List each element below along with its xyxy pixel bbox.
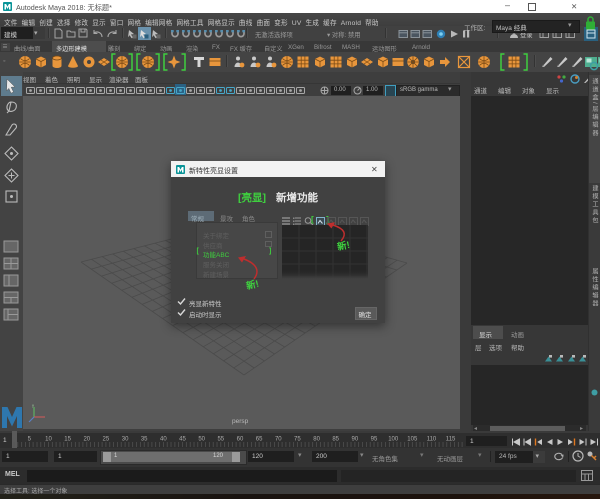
svg-text:50: 50: [198, 437, 205, 443]
svg-text:85: 85: [332, 437, 339, 443]
svg-text:10: 10: [45, 437, 52, 443]
svg-text:40: 40: [160, 437, 167, 443]
svg-text:100: 100: [388, 437, 399, 443]
svg-text:95: 95: [371, 437, 378, 443]
svg-text:80: 80: [313, 437, 320, 443]
svg-text:115: 115: [446, 437, 456, 443]
svg-text:65: 65: [256, 437, 263, 443]
svg-text:y: y: [32, 403, 34, 408]
svg-text:30: 30: [122, 437, 129, 443]
svg-text:20: 20: [83, 437, 90, 443]
svg-text:60: 60: [237, 437, 244, 443]
svg-text:35: 35: [141, 437, 148, 443]
svg-text:90: 90: [352, 437, 359, 443]
svg-text:5: 5: [28, 437, 32, 443]
svg-text:45: 45: [179, 437, 186, 443]
svg-text:75: 75: [294, 437, 301, 443]
svg-text:1: 1: [3, 437, 7, 444]
svg-text:105: 105: [407, 437, 418, 443]
svg-text:55: 55: [217, 437, 224, 443]
svg-text:110: 110: [427, 437, 437, 443]
svg-text:25: 25: [103, 437, 110, 443]
svg-text:70: 70: [275, 437, 282, 443]
svg-text:15: 15: [64, 437, 71, 443]
